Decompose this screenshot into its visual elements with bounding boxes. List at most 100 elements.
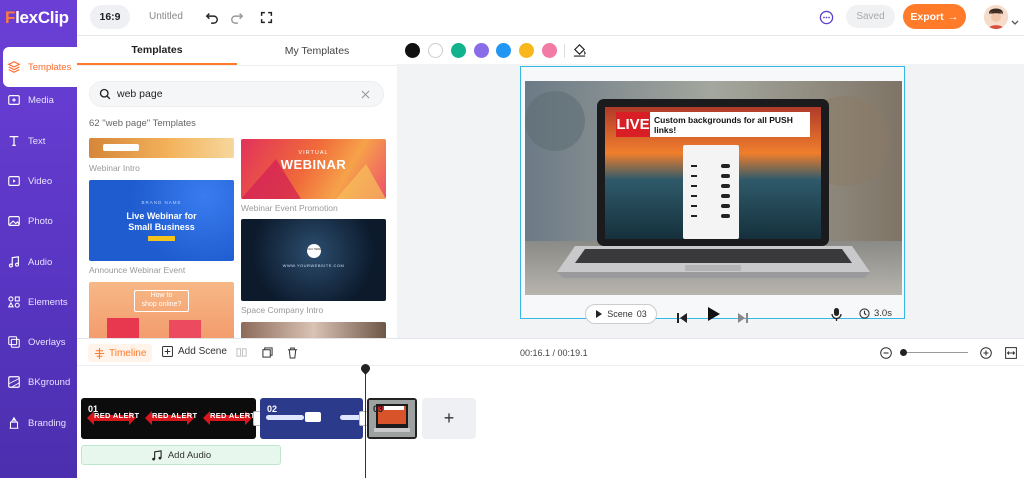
timeline: Timeline Add Scene 00:16.1 / 00:19.1 RED… — [77, 338, 1024, 478]
sidebar-item-overlays[interactable]: Overlays — [0, 322, 77, 362]
sidebar-item-elements[interactable]: Elements — [0, 282, 77, 322]
add-clip-button[interactable]: + — [422, 398, 476, 439]
music-icon — [8, 256, 20, 268]
color-toolbar — [397, 36, 1024, 64]
color-swatch-black[interactable] — [405, 43, 420, 58]
media-icon — [8, 95, 20, 105]
add-scene-button[interactable]: Add Scene — [162, 346, 227, 357]
color-swatch-white[interactable] — [428, 43, 443, 58]
layers-icon — [7, 61, 21, 73]
skip-back-icon[interactable] — [677, 310, 688, 328]
templates-panel: Templates My Templates 62 "web page" Tem… — [77, 36, 397, 338]
tab-my-templates[interactable]: My Templates — [237, 36, 397, 65]
color-swatch-blue[interactable] — [496, 43, 511, 58]
fit-timeline-icon[interactable] — [1005, 346, 1017, 364]
template-thumb-webinar-promo[interactable]: VIRTUAL WEBINAR — [241, 139, 386, 199]
scene-label: Scene — [607, 309, 633, 319]
background-icon — [8, 376, 20, 388]
search-box[interactable] — [89, 81, 384, 107]
sidebar-item-video[interactable]: Video — [0, 161, 77, 201]
thumb-brand: BRAND NAME — [141, 200, 182, 205]
divider — [564, 44, 565, 58]
template-label: Webinar Intro — [89, 163, 140, 173]
saved-status-button[interactable]: Saved — [846, 5, 895, 28]
feedback-icon[interactable] — [818, 9, 834, 25]
template-thumb-webinar-intro[interactable] — [89, 138, 234, 158]
thumb-logo-text: LOGO HERE — [306, 248, 321, 251]
duration-label: 3.0s — [874, 308, 892, 319]
search-icon — [99, 88, 111, 100]
scene-selector[interactable]: Scene 03 — [585, 304, 657, 324]
sidebar-item-audio[interactable]: Audio — [0, 242, 77, 282]
avatar[interactable] — [984, 5, 1008, 29]
video-icon — [8, 176, 20, 186]
sidebar-item-label: Branding — [28, 417, 67, 429]
sidebar-item-label: Overlays — [28, 336, 66, 348]
paint-bucket-icon[interactable] — [572, 42, 587, 62]
sidebar-item-bkground[interactable]: BKground — [0, 362, 77, 402]
template-label: Announce Webinar Event — [89, 265, 186, 275]
clip-text: RED ALERT — [152, 411, 198, 420]
playhead[interactable] — [365, 366, 366, 478]
aspect-ratio-button[interactable]: 16:9 — [90, 5, 130, 29]
thumb-bag-shape — [169, 320, 201, 338]
fullscreen-icon[interactable] — [258, 9, 274, 25]
tab-templates[interactable]: Templates — [77, 36, 237, 65]
split-icon[interactable] — [236, 347, 247, 358]
timeline-clip-03[interactable]: 03 — [367, 398, 417, 439]
canvas-stage: LIVE Custom backgrounds for all PUSH lin… — [397, 64, 1024, 338]
color-swatch-green[interactable] — [451, 43, 466, 58]
music-note-icon — [152, 449, 162, 461]
project-title[interactable]: Untitled — [149, 11, 183, 22]
result-count: 62 "web page" Templates — [89, 118, 196, 129]
thumb-cta-bar — [148, 236, 175, 241]
sidebar-item-branding[interactable]: Branding — [0, 403, 77, 443]
redo-icon[interactable] — [229, 9, 245, 25]
microphone-icon[interactable] — [831, 308, 842, 327]
sidebar-item-text[interactable]: Text — [0, 121, 77, 161]
sidebar-item-photo[interactable]: Photo — [0, 201, 77, 241]
app-logo[interactable]: FlexClip — [5, 8, 69, 28]
tab-timeline[interactable]: Timeline — [88, 344, 153, 362]
timeline-clip-01[interactable]: RED ALERT RED ALERT RED ALERT 01 — [81, 398, 256, 439]
live-badge: LIVE — [616, 112, 650, 137]
add-audio-button[interactable]: Add Audio — [81, 445, 281, 465]
zoom-slider-handle[interactable] — [900, 349, 907, 356]
total-time: 00:19.1 — [557, 348, 588, 358]
zoom-in-icon[interactable] — [980, 346, 992, 364]
color-swatch-pink[interactable] — [542, 43, 557, 58]
canvas-frame[interactable]: LIVE Custom backgrounds for all PUSH lin… — [520, 66, 905, 324]
thumb-bag-shape — [107, 318, 139, 338]
thumb-title-line2: shop online? — [141, 301, 182, 308]
scene-duration[interactable]: 3.0s — [859, 308, 892, 319]
color-swatch-yellow[interactable] — [519, 43, 534, 58]
thumb-title: WEBINAR — [280, 157, 347, 172]
add-box-icon — [162, 346, 173, 357]
template-thumb-shop-online[interactable]: How to shop online? — [89, 282, 234, 338]
top-bar: 16:9 Untitled Saved Export → — [77, 0, 1024, 36]
template-thumb-people[interactable] — [241, 322, 386, 338]
banner-text: Custom backgrounds for all PUSH links! — [650, 112, 810, 137]
thumb-title-line1: Live Webinar for — [126, 211, 197, 221]
zoom-out-icon[interactable] — [880, 346, 892, 364]
zoom-slider-track[interactable] — [900, 352, 968, 353]
logo-text: lexClip — [15, 8, 69, 27]
scene-number: 03 — [636, 309, 647, 319]
color-swatch-purple[interactable] — [474, 43, 489, 58]
duplicate-icon[interactable] — [262, 347, 273, 358]
skip-forward-icon[interactable] — [737, 310, 748, 328]
undo-icon[interactable] — [204, 9, 220, 25]
trash-icon[interactable] — [287, 347, 298, 359]
export-button[interactable]: Export → — [903, 4, 966, 29]
template-thumb-announce-webinar[interactable]: BRAND NAME Live Webinar for Small Busine… — [89, 180, 234, 261]
template-thumb-space-company[interactable]: LOGO HERE WWW.YOURWEBSITE.COM — [241, 219, 386, 301]
clear-search-icon[interactable] — [361, 90, 370, 99]
chevron-down-icon[interactable] — [1011, 13, 1019, 31]
search-input[interactable] — [117, 88, 347, 100]
sidebar-item-label: Text — [28, 135, 46, 147]
timeline-clip-02[interactable]: 02 — [260, 398, 363, 439]
text-icon — [9, 136, 19, 146]
video-preview[interactable]: LIVE Custom backgrounds for all PUSH lin… — [525, 81, 902, 295]
play-icon[interactable] — [707, 307, 720, 326]
sidebar-item-media[interactable]: Media — [0, 80, 77, 120]
